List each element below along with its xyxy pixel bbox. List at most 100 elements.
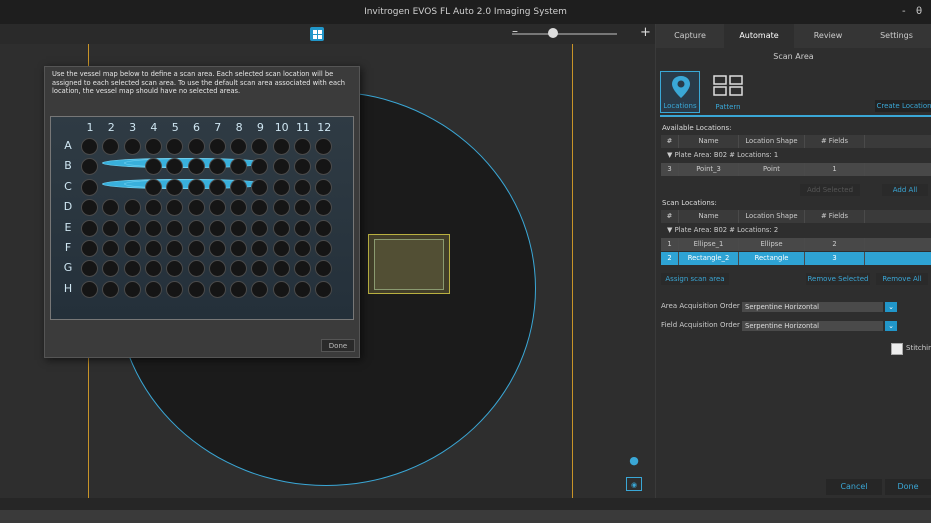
row-header-D[interactable]: D xyxy=(63,200,73,213)
vessel-map-done-button[interactable]: Done xyxy=(321,339,355,352)
chevron-down-icon[interactable]: ⌄ xyxy=(885,302,897,312)
column-header-9[interactable]: 9 xyxy=(250,121,270,134)
column-header-8[interactable]: 8 xyxy=(229,121,249,134)
well-D11[interactable] xyxy=(294,199,311,217)
well-C9[interactable] xyxy=(251,178,269,196)
stitching-checkbox[interactable] xyxy=(891,343,903,355)
well-E10[interactable] xyxy=(272,219,290,237)
well-F11[interactable] xyxy=(294,240,311,257)
well-C5[interactable] xyxy=(166,178,184,196)
well-D4[interactable] xyxy=(144,199,162,217)
well-G4[interactable] xyxy=(144,260,162,278)
column-header-10[interactable]: 10 xyxy=(272,121,292,134)
well-E3[interactable] xyxy=(123,219,141,237)
column-header-7[interactable]: 7 xyxy=(208,121,228,134)
well-G8[interactable] xyxy=(230,260,248,278)
zoom-slider-track[interactable] xyxy=(512,33,617,35)
row-header-F[interactable]: F xyxy=(63,241,73,254)
table-row-selected[interactable]: 2 Rectangle_2 Rectangle 3 xyxy=(661,252,931,265)
well-D12[interactable] xyxy=(315,199,333,217)
well-A4[interactable] xyxy=(144,138,162,155)
well-G10[interactable] xyxy=(272,260,290,278)
well-E6[interactable] xyxy=(187,219,205,237)
well-E1[interactable] xyxy=(81,219,98,237)
well-H10[interactable] xyxy=(272,280,290,298)
well-F10[interactable] xyxy=(272,240,290,257)
row-header-H[interactable]: H xyxy=(63,282,73,295)
well-F1[interactable] xyxy=(81,240,98,257)
well-H4[interactable] xyxy=(144,280,162,298)
restore-button[interactable]: θ xyxy=(916,0,922,24)
well-B4[interactable] xyxy=(144,158,162,176)
area-acquisition-order-select[interactable]: Serpentine Horizontal ⌄ xyxy=(742,302,897,312)
field-acquisition-order-select[interactable]: Serpentine Horizontal ⌄ xyxy=(742,321,897,331)
chevron-down-icon[interactable]: ⌄ xyxy=(885,321,897,331)
row-header-G[interactable]: G xyxy=(63,261,73,274)
column-header-3[interactable]: 3 xyxy=(123,121,143,134)
camera-frame-icon[interactable]: ◉ xyxy=(626,477,642,491)
well-F12[interactable] xyxy=(315,240,333,257)
assign-scan-area-button[interactable]: Assign scan area xyxy=(661,273,729,285)
well-E4[interactable] xyxy=(144,219,162,237)
create-location-button[interactable]: Create Location xyxy=(875,100,931,112)
well-E11[interactable] xyxy=(294,219,311,237)
tab-settings[interactable]: Settings xyxy=(862,24,931,48)
well-A8[interactable] xyxy=(230,138,248,155)
row-header-E[interactable]: E xyxy=(63,221,73,234)
well-A9[interactable] xyxy=(251,138,269,155)
well-A2[interactable] xyxy=(102,138,120,155)
well-B10[interactable] xyxy=(272,158,290,176)
remove-selected-button[interactable]: Remove Selected xyxy=(806,273,870,285)
well-G11[interactable] xyxy=(294,260,311,278)
zoom-in-icon[interactable]: + xyxy=(640,25,651,40)
minimize-button[interactable]: - xyxy=(902,0,906,24)
well-E7[interactable] xyxy=(208,219,226,237)
well-F6[interactable] xyxy=(187,240,205,257)
zoom-slider-handle[interactable] xyxy=(548,28,558,38)
grid-view-button[interactable] xyxy=(310,27,324,41)
well-B9[interactable] xyxy=(251,158,269,176)
well-H7[interactable] xyxy=(208,280,226,298)
well-G7[interactable] xyxy=(208,260,226,278)
rectangle-scan-region[interactable] xyxy=(368,234,450,294)
well-D7[interactable] xyxy=(208,199,226,217)
column-header-2[interactable]: 2 xyxy=(101,121,121,134)
tab-review[interactable]: Review xyxy=(794,24,862,48)
column-header-5[interactable]: 5 xyxy=(165,121,185,134)
well-F3[interactable] xyxy=(123,240,141,257)
well-H5[interactable] xyxy=(166,280,184,298)
well-F4[interactable] xyxy=(144,240,162,257)
well-H8[interactable] xyxy=(230,280,248,298)
well-H9[interactable] xyxy=(251,280,269,298)
column-header-1[interactable]: 1 xyxy=(80,121,100,134)
table-row[interactable]: 3 Point_3 Point 1 xyxy=(661,163,931,176)
row-header-C[interactable]: C xyxy=(63,180,73,193)
well-G6[interactable] xyxy=(187,260,205,278)
group-row[interactable]: ▼ Plate Area: B02 # Locations: 1 xyxy=(661,149,931,162)
well-D8[interactable] xyxy=(230,199,248,217)
well-B1[interactable] xyxy=(81,158,98,176)
well-H11[interactable] xyxy=(294,280,311,298)
well-D2[interactable] xyxy=(102,199,120,217)
add-all-button[interactable]: Add All xyxy=(882,184,928,196)
well-D6[interactable] xyxy=(187,199,205,217)
well-B8[interactable] xyxy=(230,158,248,176)
well-C1[interactable] xyxy=(81,178,98,196)
table-row[interactable]: 1 Ellipse_1 Ellipse 2 xyxy=(661,238,931,251)
well-B7[interactable] xyxy=(208,158,226,176)
well-B6[interactable] xyxy=(187,158,205,176)
locations-mode-button[interactable]: Locations xyxy=(660,71,700,113)
cancel-button[interactable]: Cancel xyxy=(826,479,882,495)
well-D1[interactable] xyxy=(81,199,98,217)
well-B5[interactable] xyxy=(166,158,184,176)
well-D5[interactable] xyxy=(166,199,184,217)
well-E12[interactable] xyxy=(315,219,333,237)
well-B11[interactable] xyxy=(294,158,311,176)
well-E9[interactable] xyxy=(251,219,269,237)
well-F2[interactable] xyxy=(102,240,120,257)
column-header-11[interactable]: 11 xyxy=(293,121,313,134)
well-C12[interactable] xyxy=(315,178,333,196)
well-F7[interactable] xyxy=(208,240,226,257)
tab-automate[interactable]: Automate xyxy=(724,24,794,48)
well-H12[interactable] xyxy=(315,280,333,298)
